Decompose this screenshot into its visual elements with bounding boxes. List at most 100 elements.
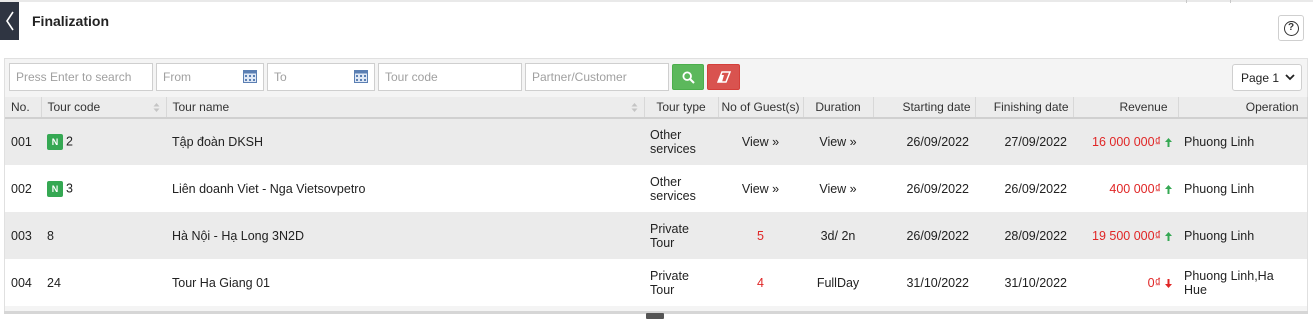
finishing-date: 28/09/2022 — [975, 212, 1073, 259]
tour-code-cell: 8 — [41, 212, 166, 259]
starting-date: 26/09/2022 — [873, 165, 975, 212]
column-header-duration[interactable]: Duration — [803, 97, 874, 119]
scrollbar-handle[interactable] — [646, 313, 664, 319]
tour-code: 8 — [47, 228, 54, 243]
page-select-value: Page 1 — [1241, 70, 1280, 85]
search-button[interactable] — [672, 64, 704, 90]
revenue-value: 400 000₫ — [1109, 181, 1161, 196]
column-header-label: Tour name — [172, 100, 230, 114]
duration-view-link[interactable]: View » — [803, 118, 873, 165]
operation-line-2: Hue — [1184, 282, 1207, 297]
top-border — [0, 0, 1313, 3]
arrow-up-icon — [1165, 138, 1172, 148]
finishing-date: 26/09/2022 — [975, 165, 1073, 212]
starting-date: 31/10/2022 — [873, 259, 975, 306]
finishing-date: 27/09/2022 — [975, 118, 1073, 165]
back-button[interactable] — [0, 2, 19, 40]
tour-type-line-2: services — [650, 188, 696, 203]
tour-type-cell: Private Tour — [644, 259, 718, 306]
calendar-icon[interactable] — [354, 70, 368, 83]
tour-name[interactable]: Tập đoàn DKSH — [166, 118, 644, 165]
clear-filters-button[interactable] — [707, 64, 740, 90]
table-row[interactable]: 004 24 Tour Ha Giang 01 Private Tour 4 Fu… — [5, 259, 1307, 306]
duration: FullDay — [803, 259, 873, 306]
row-number: 002 — [5, 165, 41, 212]
column-header-starting-date[interactable]: Starting date — [873, 97, 976, 119]
tour-type-line-2: Tour — [650, 235, 675, 250]
arrow-up-icon — [1165, 231, 1172, 241]
tour-type-cell: Private Tour — [644, 212, 718, 259]
page-title: Finalization — [32, 13, 109, 29]
arrow-up-icon — [1165, 184, 1172, 194]
search-input[interactable] — [9, 63, 153, 91]
tour-type-line-2: services — [650, 142, 696, 156]
revenue-value: 16 000 000₫ — [1092, 135, 1161, 149]
duration-view-link[interactable]: View » — [803, 165, 873, 212]
sort-icon — [631, 103, 637, 112]
tour-type-line-2: Tour — [650, 282, 675, 297]
row-number: 004 — [5, 259, 41, 306]
tour-code-input[interactable] — [378, 63, 522, 91]
column-header-label: Tour code — [47, 100, 101, 114]
operation-line-1: Phuong Linh — [1184, 181, 1255, 196]
tour-code: 24 — [47, 275, 61, 290]
page-select[interactable]: Page 1 — [1232, 64, 1302, 91]
table-row[interactable]: 003 8 Hà Nội - Hạ Long 3N2D Private Tour … — [5, 212, 1307, 259]
column-header-no[interactable]: No. — [5, 97, 42, 119]
operation-cell: Phuong Linh,Ha Hue — [1178, 259, 1307, 306]
help-icon: ? — [1283, 20, 1299, 36]
operation-line-1: Phuong Linh — [1184, 135, 1255, 149]
tour-type-line-1: Private — [650, 221, 689, 236]
row-number: 003 — [5, 212, 41, 259]
guest-count[interactable]: 4 — [718, 259, 803, 306]
tour-name[interactable]: Liên doanh Viet - Nga Vietsovpetro — [166, 165, 644, 212]
column-header-revenue[interactable]: Revenue — [1073, 97, 1179, 119]
column-header-guests[interactable]: No of Guest(s) — [718, 97, 804, 119]
tour-code: 2 — [66, 134, 73, 149]
top-divider — [1186, 0, 1187, 3]
top-divider — [1230, 0, 1231, 3]
table-row[interactable]: 001 N2 Tập đoàn DKSH Other services View … — [5, 118, 1307, 165]
chevron-down-icon — [1285, 74, 1295, 81]
revenue-cell: 19 500 000₫ — [1073, 212, 1178, 259]
starting-date: 26/09/2022 — [873, 212, 975, 259]
revenue-cell: 0₫ — [1073, 259, 1178, 306]
operation-cell: Phuong Linh — [1178, 212, 1307, 259]
column-header-tour-code[interactable]: Tour code — [41, 97, 167, 119]
tour-type-cell: Other services — [644, 165, 718, 212]
column-header-tour-type[interactable]: Tour type — [644, 97, 719, 119]
revenue-cell: 16 000 000₫ — [1073, 118, 1178, 165]
operation-cell: Phuong Linh — [1178, 118, 1307, 165]
finishing-date: 31/10/2022 — [975, 259, 1073, 306]
column-header-tour-name[interactable]: Tour name — [166, 97, 645, 119]
revenue-value: 0₫ — [1147, 275, 1161, 290]
calendar-icon[interactable] — [243, 70, 257, 83]
help-button[interactable]: ? — [1278, 15, 1304, 41]
eraser-icon — [716, 71, 731, 83]
search-icon — [681, 70, 695, 84]
table-row[interactable]: 002 N3 Liên doanh Viet - Nga Vietsovpetr… — [5, 165, 1307, 212]
duration: 3d/ 2n — [803, 212, 873, 259]
revenue-value: 19 500 000₫ — [1092, 228, 1161, 243]
tour-type-line-1: Other — [650, 174, 682, 189]
new-badge: N — [47, 180, 63, 197]
operation-line-1: Phuong Linh,Ha — [1184, 268, 1274, 283]
table-header-row: No. Tour code Tour name Tour type No of … — [5, 97, 1308, 119]
tour-type-cell: Other services — [644, 118, 718, 165]
chevron-left-icon — [5, 11, 14, 31]
column-header-finishing-date[interactable]: Finishing date — [975, 97, 1074, 119]
tour-code-cell: N2 — [41, 118, 166, 165]
guests-view-link[interactable]: View » — [718, 118, 803, 165]
tour-type-line-1: Other — [650, 128, 682, 142]
tour-name[interactable]: Tour Ha Giang 01 — [166, 259, 644, 306]
operation-line-1: Phuong Linh — [1184, 228, 1255, 243]
tour-code-cell: 24 — [41, 259, 166, 306]
guests-view-link[interactable]: View » — [718, 165, 803, 212]
tour-code: 3 — [66, 180, 73, 195]
arrow-down-icon — [1165, 278, 1172, 288]
partner-customer-input[interactable] — [525, 63, 669, 91]
guest-count[interactable]: 5 — [718, 212, 803, 259]
tour-name[interactable]: Hà Nội - Hạ Long 3N2D — [166, 212, 644, 259]
column-header-operation[interactable]: Operation — [1178, 97, 1308, 119]
operation-cell: Phuong Linh — [1178, 165, 1307, 212]
